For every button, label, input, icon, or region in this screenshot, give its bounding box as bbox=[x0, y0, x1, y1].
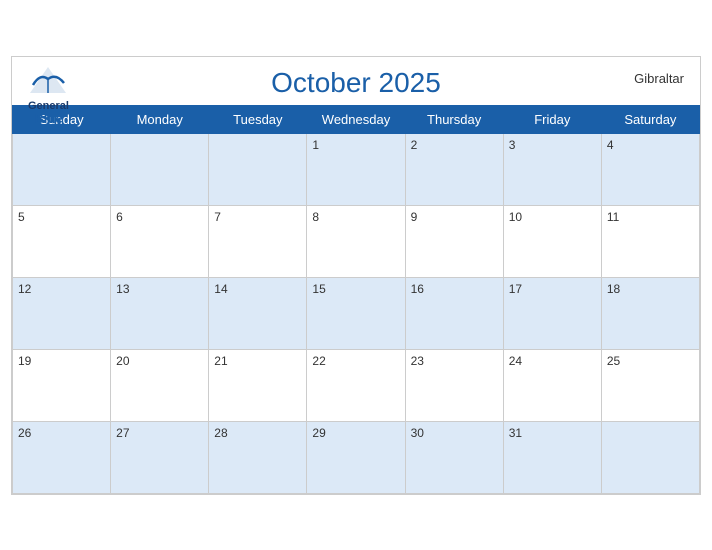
day-cell bbox=[601, 421, 699, 493]
day-number: 9 bbox=[411, 210, 418, 224]
week-row-4: 26 27 28 29 30 31 bbox=[13, 421, 700, 493]
logo-area: General Blue bbox=[28, 65, 69, 125]
header-monday: Monday bbox=[111, 105, 209, 133]
day-cell: 11 bbox=[601, 205, 699, 277]
day-number: 10 bbox=[509, 210, 522, 224]
day-cell: 3 bbox=[503, 133, 601, 205]
calendar-body: 1234567891011121314151617181920212223242… bbox=[13, 133, 700, 493]
day-number: 26 bbox=[18, 426, 31, 440]
day-number: 11 bbox=[607, 210, 619, 224]
day-number: 20 bbox=[116, 354, 129, 368]
day-number: 13 bbox=[116, 282, 129, 296]
day-cell: 28 bbox=[209, 421, 307, 493]
weekday-header-row: Sunday Monday Tuesday Wednesday Thursday… bbox=[13, 105, 700, 133]
calendar-container: General Blue October 2025 Gibraltar Sund… bbox=[11, 56, 701, 495]
week-row-3: 19 20 21 22 23 24 25 bbox=[13, 349, 700, 421]
day-cell: 12 bbox=[13, 277, 111, 349]
day-cell bbox=[111, 133, 209, 205]
day-number: 21 bbox=[214, 354, 227, 368]
day-cell: 27 bbox=[111, 421, 209, 493]
header-friday: Friday bbox=[503, 105, 601, 133]
header-thursday: Thursday bbox=[405, 105, 503, 133]
day-number: 3 bbox=[509, 138, 516, 152]
logo-blue-text: Blue bbox=[34, 112, 62, 125]
day-cell: 1 bbox=[307, 133, 405, 205]
day-cell: 13 bbox=[111, 277, 209, 349]
day-cell: 31 bbox=[503, 421, 601, 493]
day-cell: 26 bbox=[13, 421, 111, 493]
day-cell: 18 bbox=[601, 277, 699, 349]
day-number: 29 bbox=[312, 426, 325, 440]
day-number: 24 bbox=[509, 354, 522, 368]
day-cell: 17 bbox=[503, 277, 601, 349]
day-cell: 21 bbox=[209, 349, 307, 421]
day-cell: 16 bbox=[405, 277, 503, 349]
day-number: 1 bbox=[312, 138, 319, 152]
day-number: 19 bbox=[18, 354, 31, 368]
day-number: 28 bbox=[214, 426, 227, 440]
day-number: 23 bbox=[411, 354, 424, 368]
day-cell: 9 bbox=[405, 205, 503, 277]
day-cell: 25 bbox=[601, 349, 699, 421]
day-cell: 14 bbox=[209, 277, 307, 349]
day-cell: 8 bbox=[307, 205, 405, 277]
day-cell bbox=[13, 133, 111, 205]
header-wednesday: Wednesday bbox=[307, 105, 405, 133]
day-cell: 15 bbox=[307, 277, 405, 349]
calendar-title: October 2025 bbox=[271, 67, 441, 99]
day-cell: 30 bbox=[405, 421, 503, 493]
logo-general-text: General bbox=[28, 101, 69, 112]
day-number: 8 bbox=[312, 210, 319, 224]
day-number: 17 bbox=[509, 282, 522, 296]
day-number: 12 bbox=[18, 282, 31, 296]
day-cell: 24 bbox=[503, 349, 601, 421]
country-label: Gibraltar bbox=[634, 71, 684, 86]
day-cell: 23 bbox=[405, 349, 503, 421]
day-cell: 10 bbox=[503, 205, 601, 277]
header-tuesday: Tuesday bbox=[209, 105, 307, 133]
day-number: 2 bbox=[411, 138, 418, 152]
week-row-1: 5 6 7 8 9 10 11 bbox=[13, 205, 700, 277]
day-cell bbox=[209, 133, 307, 205]
day-number: 15 bbox=[312, 282, 325, 296]
header-saturday: Saturday bbox=[601, 105, 699, 133]
day-number: 22 bbox=[312, 354, 325, 368]
calendar-header: General Blue October 2025 Gibraltar bbox=[12, 57, 700, 105]
day-cell: 4 bbox=[601, 133, 699, 205]
week-row-0: 1 2 3 4 bbox=[13, 133, 700, 205]
day-number: 25 bbox=[607, 354, 620, 368]
day-number: 31 bbox=[509, 426, 522, 440]
week-row-2: 12 13 14 15 16 17 18 bbox=[13, 277, 700, 349]
day-cell: 29 bbox=[307, 421, 405, 493]
day-cell: 22 bbox=[307, 349, 405, 421]
day-cell: 5 bbox=[13, 205, 111, 277]
calendar-grid: Sunday Monday Tuesday Wednesday Thursday… bbox=[12, 105, 700, 494]
logo-icon bbox=[28, 65, 68, 101]
day-cell: 2 bbox=[405, 133, 503, 205]
day-cell: 19 bbox=[13, 349, 111, 421]
day-number: 30 bbox=[411, 426, 424, 440]
day-number: 27 bbox=[116, 426, 129, 440]
day-number: 4 bbox=[607, 138, 614, 152]
day-cell: 20 bbox=[111, 349, 209, 421]
day-number: 14 bbox=[214, 282, 227, 296]
day-number: 18 bbox=[607, 282, 620, 296]
day-number: 5 bbox=[18, 210, 25, 224]
day-cell: 6 bbox=[111, 205, 209, 277]
day-number: 16 bbox=[411, 282, 424, 296]
day-number: 6 bbox=[116, 210, 123, 224]
day-cell: 7 bbox=[209, 205, 307, 277]
day-number: 7 bbox=[214, 210, 221, 224]
